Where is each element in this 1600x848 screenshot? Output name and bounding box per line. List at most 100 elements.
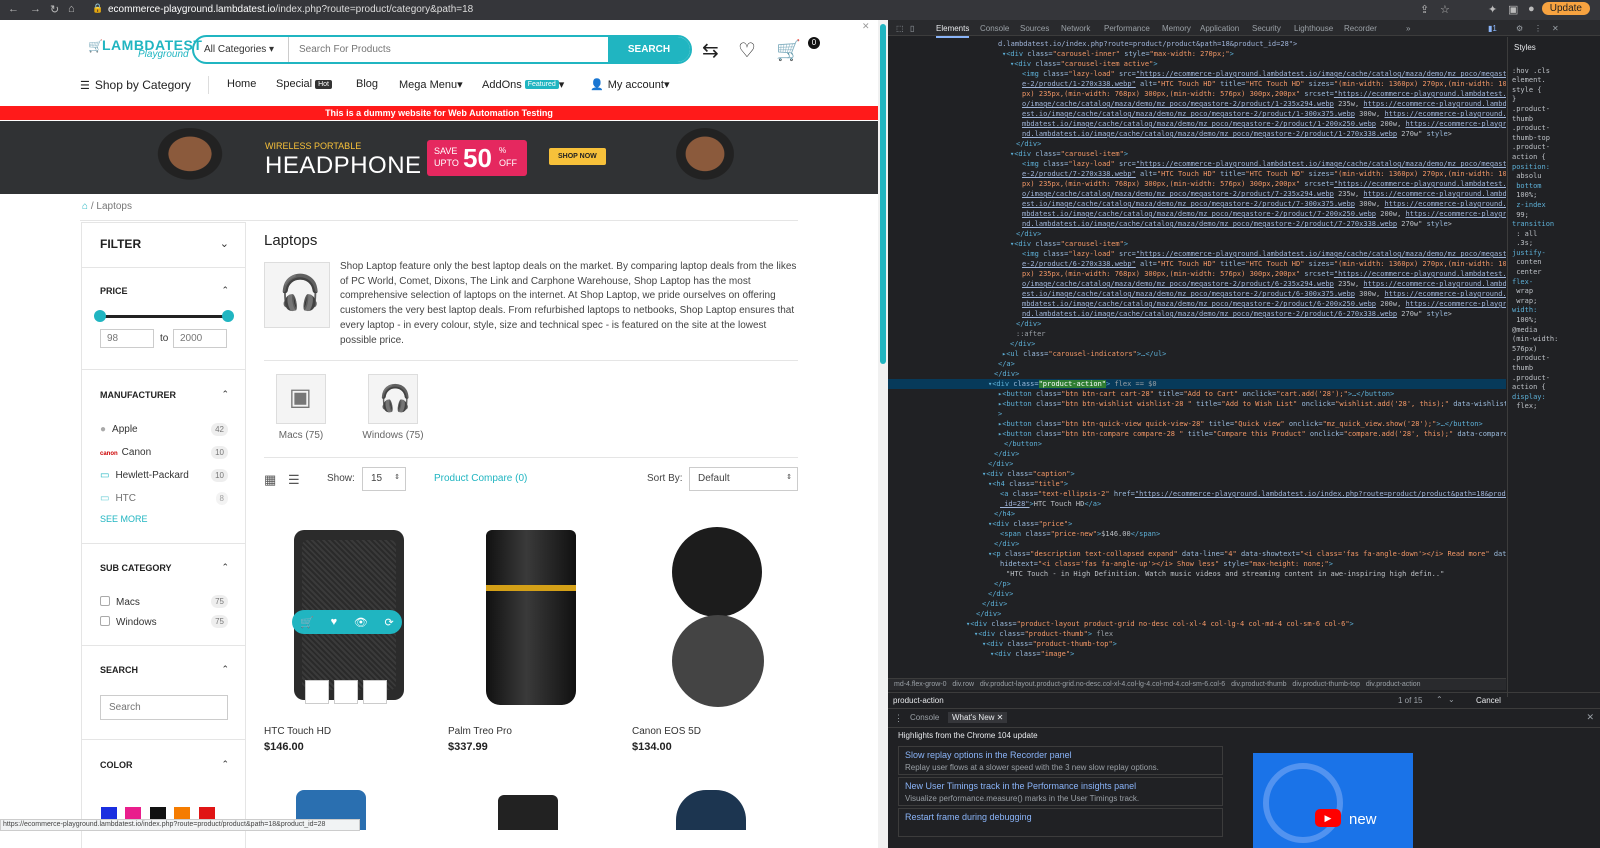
- drawer-menu-icon[interactable]: ⋮: [894, 713, 903, 724]
- sub-category-item[interactable]: Windows 75: [100, 615, 228, 628]
- see-more-link[interactable]: SEE MORE: [100, 514, 148, 524]
- product-card[interactable]: [448, 525, 618, 715]
- quick-view-eye-icon[interactable]: 👁: [354, 616, 368, 629]
- drawer-tab-console[interactable]: Console: [910, 713, 939, 722]
- menu-addons[interactable]: AddOns Featured ▾: [482, 78, 564, 92]
- profile-avatar[interactable]: ●: [1528, 3, 1535, 15]
- menu-special[interactable]: Special Hot: [276, 78, 332, 90]
- subcategory-windows-image[interactable]: 🎧: [368, 374, 418, 424]
- menu-my-account[interactable]: 👤 My account ▾: [590, 78, 669, 92]
- extensions-icon[interactable]: ✦: [1488, 3, 1497, 16]
- selected-dom-node[interactable]: [888, 379, 1506, 389]
- tab-lighthouse[interactable]: Lighthouse: [1294, 24, 1333, 33]
- manufacturer-item[interactable]: ▭ HTC 8: [100, 492, 228, 505]
- checkbox[interactable]: [100, 596, 110, 606]
- news-item[interactable]: Slow replay options in the Recorder pane…: [898, 746, 1223, 775]
- tab-memory[interactable]: Memory: [1162, 24, 1191, 33]
- search-input[interactable]: [288, 37, 601, 62]
- cart-icon[interactable]: 🛒: [776, 38, 801, 63]
- checkbox[interactable]: [100, 616, 110, 626]
- find-prev-icon[interactable]: ⌃: [1436, 695, 1443, 704]
- find-input[interactable]: product-action: [893, 696, 944, 705]
- filter-collapse-icon[interactable]: ⌄: [220, 237, 229, 250]
- page-scrollbar[interactable]: [878, 20, 888, 848]
- sub-category-item[interactable]: Macs 75: [100, 595, 228, 608]
- site-logo[interactable]: 🛒 LAMBDATEST Playground: [88, 37, 202, 60]
- dom-crumb[interactable]: div.product-layout.product-grid.no-desc.…: [980, 681, 1225, 688]
- sort-select[interactable]: Default ⇕: [689, 467, 798, 491]
- tab-performance[interactable]: Performance: [1104, 24, 1150, 33]
- chevron-up-icon[interactable]: ⌃: [221, 562, 229, 573]
- subcategory-windows-link[interactable]: Windows (75): [356, 430, 430, 441]
- dom-crumb[interactable]: div.row: [952, 681, 974, 688]
- search-category-select[interactable]: All Categories ▾: [204, 44, 274, 55]
- shop-now-button[interactable]: SHOP NOW: [549, 148, 606, 165]
- elements-dom-tree[interactable]: d.lambdatest.io/index.php?route=product/…: [888, 37, 1506, 677]
- chevron-up-icon[interactable]: ⌃: [221, 664, 229, 675]
- price-min-handle[interactable]: [94, 310, 106, 322]
- product-compare-link[interactable]: Product Compare (0): [434, 473, 527, 484]
- list-view-icon[interactable]: ☰: [288, 472, 300, 488]
- product-thumb-variant[interactable]: [363, 680, 387, 704]
- wishlist-heart-icon[interactable]: ♡: [738, 38, 756, 63]
- issues-badge[interactable]: ▮1: [1488, 24, 1497, 33]
- reload-icon[interactable]: ↻: [50, 3, 59, 16]
- device-toggle-icon[interactable]: ▯: [910, 24, 914, 33]
- scrollbar-thumb[interactable]: [880, 24, 886, 364]
- product-thumb-variant[interactable]: [334, 680, 358, 704]
- tab-recorder[interactable]: Recorder: [1344, 24, 1377, 33]
- manufacturer-item[interactable]: ▭ Hewlett-Packard 10: [100, 469, 228, 482]
- update-button[interactable]: Update: [1541, 2, 1590, 15]
- chevron-up-icon[interactable]: ⌃: [221, 389, 229, 400]
- home-icon[interactable]: ⌂: [82, 201, 88, 212]
- product-name[interactable]: Palm Treo Pro: [448, 726, 512, 737]
- dom-crumb[interactable]: div.product-action: [1366, 681, 1421, 688]
- product-name[interactable]: Canon EOS 5D: [632, 726, 701, 737]
- menu-blog[interactable]: Blog: [356, 78, 378, 90]
- compare-icon[interactable]: ⇆: [702, 38, 719, 63]
- chevron-up-icon[interactable]: ⌃: [221, 759, 229, 770]
- tab-network[interactable]: Network: [1061, 24, 1090, 33]
- subcategory-macs-link[interactable]: Macs (75): [276, 430, 326, 441]
- find-cancel-button[interactable]: Cancel: [1476, 696, 1501, 705]
- tab-elements[interactable]: Elements: [936, 24, 970, 38]
- menu-mega-menu[interactable]: Mega Menu ▾: [399, 78, 463, 92]
- find-next-icon[interactable]: ⌄: [1448, 695, 1455, 704]
- manufacturer-item[interactable]: ● Apple 42: [100, 423, 228, 436]
- dom-crumb[interactable]: md-4.flex-grow-0: [894, 681, 947, 688]
- drawer-tab-whats-new[interactable]: What's New ✕: [948, 712, 1008, 723]
- back-icon[interactable]: ←: [8, 3, 19, 15]
- product-card[interactable]: [632, 525, 802, 715]
- more-tabs-icon[interactable]: »: [1406, 24, 1410, 33]
- price-min-input[interactable]: 98: [100, 329, 154, 348]
- show-count-select[interactable]: 15 ⇕: [362, 467, 406, 491]
- product-thumb-variant[interactable]: [305, 680, 329, 704]
- close-icon[interactable]: ✕: [862, 21, 870, 32]
- news-item[interactable]: Restart frame during debugging: [898, 808, 1223, 837]
- bookmark-star-icon[interactable]: ☆: [1440, 3, 1450, 16]
- inspect-icon[interactable]: ⬚: [896, 24, 904, 33]
- product-name[interactable]: HTC Touch HD: [264, 726, 331, 737]
- search-button[interactable]: SEARCH: [608, 37, 690, 62]
- forward-icon[interactable]: →: [30, 3, 41, 15]
- manufacturer-item[interactable]: canon Canon 10: [100, 446, 228, 459]
- sidebar-icon[interactable]: ▣: [1508, 3, 1518, 16]
- tab-console[interactable]: Console: [980, 24, 1009, 33]
- grid-view-icon[interactable]: ▦: [264, 472, 276, 488]
- news-item[interactable]: New User Timings track in the Performanc…: [898, 777, 1223, 806]
- menu-home[interactable]: Home: [227, 78, 256, 90]
- wishlist-heart-icon[interactable]: ♥: [331, 616, 338, 628]
- tab-application[interactable]: Application: [1200, 24, 1239, 33]
- whats-new-video[interactable]: ▶ new: [1253, 753, 1413, 848]
- kebab-menu-icon[interactable]: ⋮: [1534, 24, 1542, 33]
- price-max-handle[interactable]: [222, 310, 234, 322]
- tab-sources[interactable]: Sources: [1020, 24, 1049, 33]
- tab-security[interactable]: Security: [1252, 24, 1281, 33]
- compare-icon[interactable]: ⟳: [384, 616, 393, 629]
- shop-by-category-menu[interactable]: ☰ Shop by Category: [80, 78, 191, 92]
- price-max-input[interactable]: 2000: [173, 329, 227, 348]
- dom-crumb[interactable]: div.product-thumb-top: [1292, 681, 1360, 688]
- headphone-banner[interactable]: WIRELESS PORTABLE HEADPHONE SAVE UPTO 50…: [0, 121, 878, 194]
- address-bar[interactable]: ecommerce-playground.lambdatest.io/index…: [108, 4, 473, 15]
- dom-crumb[interactable]: div.product-thumb: [1231, 681, 1287, 688]
